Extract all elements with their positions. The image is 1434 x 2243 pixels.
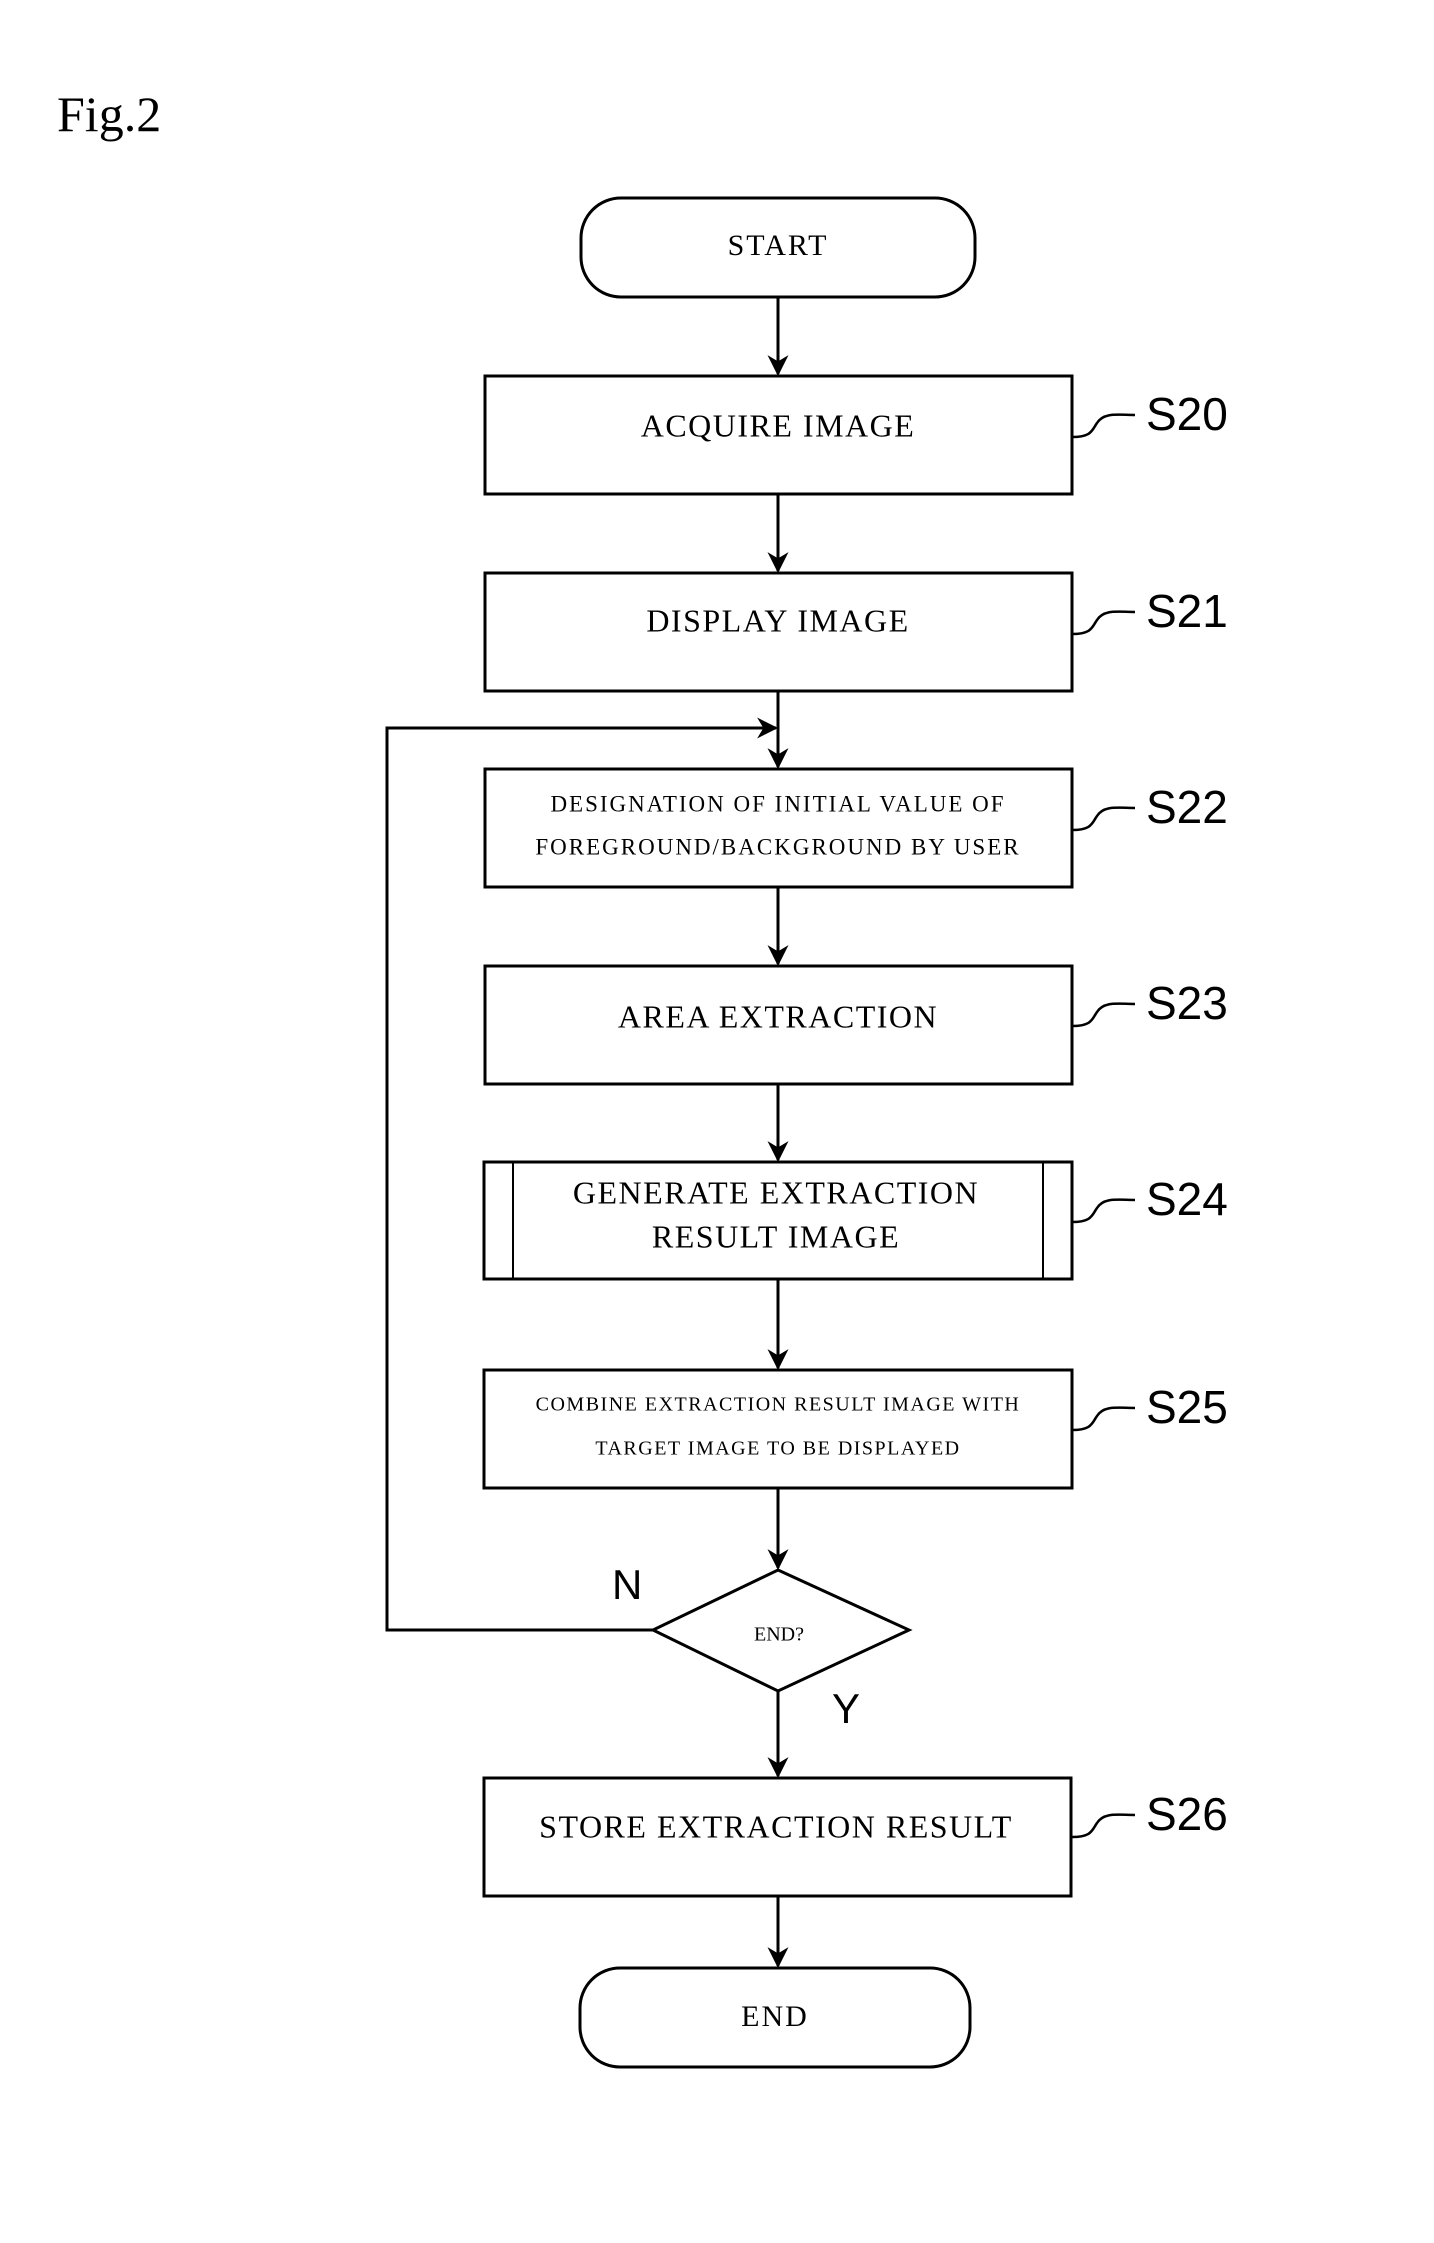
step-s24-box: GENERATE EXTRACTION RESULT IMAGE [482, 1160, 1074, 1281]
step-label-s24: S24 [1146, 1173, 1228, 1225]
end-text: END [741, 2000, 809, 2033]
leader-s23 [1071, 1002, 1136, 1028]
step-label-s22: S22 [1146, 781, 1228, 833]
step-s25-box: COMBINE EXTRACTION RESULT IMAGE WITH TAR… [482, 1368, 1074, 1490]
step-s24-text-line2: RESULT IMAGE [652, 1218, 900, 1254]
decision-end: END? [649, 1568, 913, 1693]
flowchart: START ACQUIRE IMAGE DISPLAY IMAGE DESIGN… [385, 196, 1228, 2069]
step-label-s20: S20 [1146, 388, 1228, 440]
leader-s24 [1071, 1198, 1136, 1224]
step-s20-text: ACQUIRE IMAGE [641, 407, 916, 443]
step-s23-text: AREA EXTRACTION [618, 998, 938, 1034]
step-s23-box: AREA EXTRACTION [483, 964, 1074, 1086]
branch-label-yes: Y [832, 1685, 860, 1732]
leader-s22 [1071, 806, 1136, 832]
start-text: START [728, 229, 829, 262]
step-s24-text-line1: GENERATE EXTRACTION [573, 1174, 979, 1210]
step-s22-text-line2: FOREGROUND/BACKGROUND BY USER [535, 834, 1020, 859]
step-s21-box: DISPLAY IMAGE [483, 571, 1074, 693]
step-label-s26: S26 [1146, 1788, 1228, 1840]
step-s26-box: STORE EXTRACTION RESULT [482, 1776, 1073, 1898]
start-terminator: START [579, 196, 977, 299]
leader-s26 [1071, 1813, 1136, 1839]
step-s20-box: ACQUIRE IMAGE [483, 374, 1074, 496]
leader-s21 [1071, 610, 1136, 636]
leader-s20 [1071, 413, 1136, 439]
step-s22-box: DESIGNATION OF INITIAL VALUE OF FOREGROU… [483, 767, 1074, 889]
step-label-s21: S21 [1146, 585, 1228, 637]
step-s22-text-line1: DESIGNATION OF INITIAL VALUE OF [550, 791, 1005, 816]
step-s21-text: DISPLAY IMAGE [646, 602, 909, 638]
decision-text: END? [754, 1624, 804, 1646]
step-label-s23: S23 [1146, 977, 1228, 1029]
step-s25-text-line2: TARGET IMAGE TO BE DISPLAYED [595, 1438, 960, 1460]
step-s25-text-line1: COMBINE EXTRACTION RESULT IMAGE WITH [536, 1394, 1021, 1416]
step-label-s25: S25 [1146, 1381, 1228, 1433]
step-s26-text: STORE EXTRACTION RESULT [539, 1808, 1013, 1844]
branch-label-no: N [612, 1561, 642, 1608]
leader-s25 [1071, 1406, 1136, 1432]
end-terminator: END [578, 1966, 972, 2069]
